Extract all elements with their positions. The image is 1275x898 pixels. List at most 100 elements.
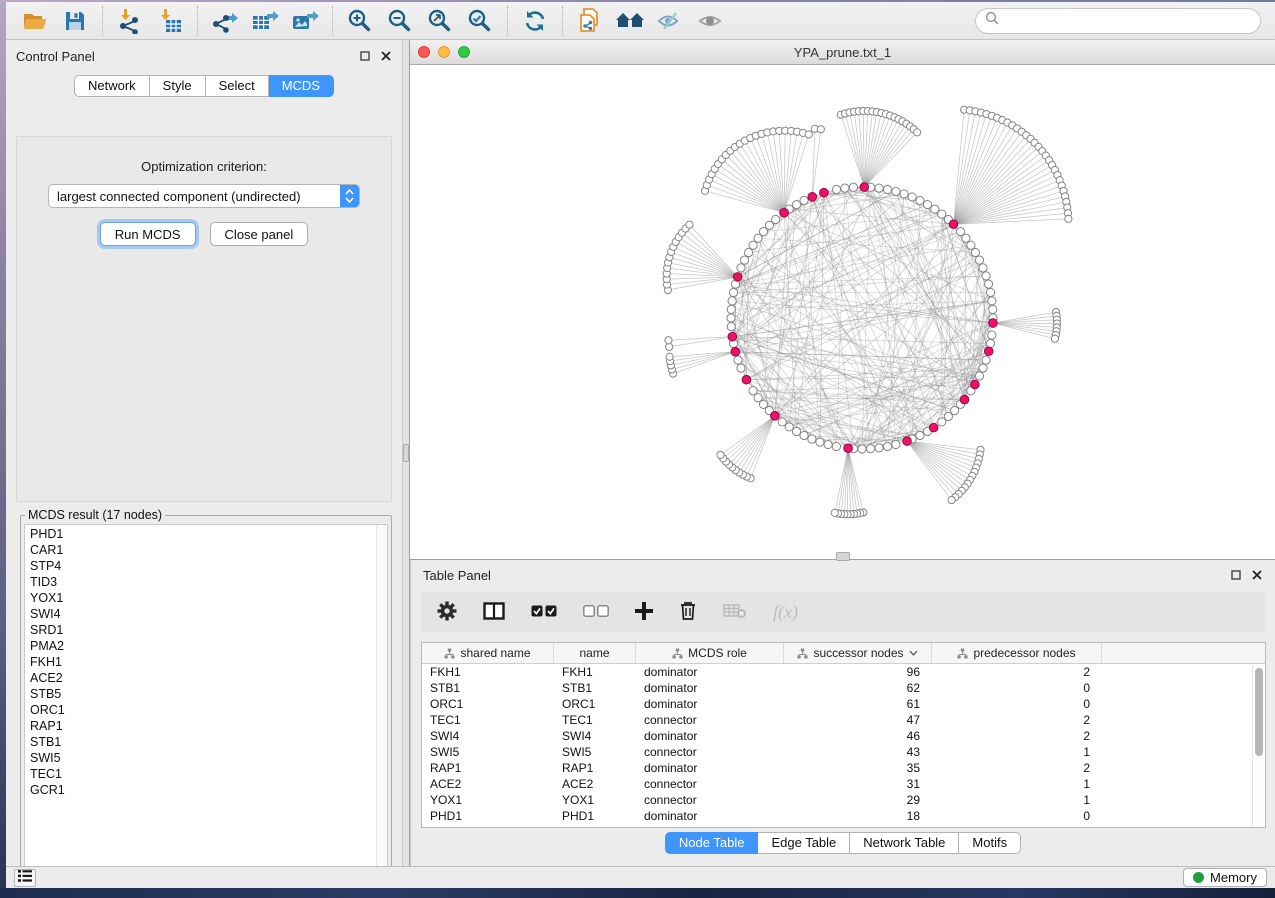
graph-mcds-node[interactable] xyxy=(989,319,998,328)
graph-node[interactable] xyxy=(916,431,924,439)
horizontal-splitter-knob[interactable] xyxy=(836,552,850,561)
splitter-knob[interactable] xyxy=(403,444,409,462)
graph-node[interactable] xyxy=(986,339,994,347)
table-settings-button[interactable] xyxy=(437,601,457,624)
graph-node[interactable] xyxy=(975,256,983,264)
graph-node[interactable] xyxy=(749,387,757,395)
zoom-in-button[interactable] xyxy=(343,5,377,37)
graph-node[interactable] xyxy=(916,196,924,204)
select-all-columns-button[interactable] xyxy=(531,605,557,620)
export-network-button[interactable] xyxy=(208,5,242,37)
graph-leaf-node[interactable] xyxy=(1065,215,1072,222)
mcds-result-item[interactable]: SWI4 xyxy=(30,606,376,622)
graph-node[interactable] xyxy=(734,356,742,364)
table-scrollbar[interactable] xyxy=(1252,665,1264,827)
run-mcds-button[interactable]: Run MCDS xyxy=(100,222,196,246)
table-row[interactable]: SWI5SWI5connector431 xyxy=(422,744,1265,760)
graph-node[interactable] xyxy=(792,200,800,208)
table-row[interactable]: RAP1RAP1dominator352 xyxy=(422,760,1265,776)
close-window-icon[interactable] xyxy=(418,46,430,58)
graph-node[interactable] xyxy=(938,418,946,426)
graph-node[interactable] xyxy=(931,205,939,213)
maximize-window-icon[interactable] xyxy=(458,46,470,58)
first-neighbors-button[interactable] xyxy=(613,5,647,37)
graph-node[interactable] xyxy=(841,184,849,192)
graph-mcds-node[interactable] xyxy=(780,208,789,217)
hide-selected-button[interactable] xyxy=(653,5,687,37)
table-row[interactable]: SWI4SWI4dominator462 xyxy=(422,728,1265,744)
graph-node[interactable] xyxy=(923,200,931,208)
graph-node[interactable] xyxy=(892,440,900,448)
graph-node[interactable] xyxy=(883,185,891,193)
graph-leaf-node[interactable] xyxy=(665,337,672,344)
graph-leaf-node[interactable] xyxy=(686,221,693,228)
graph-node[interactable] xyxy=(849,183,857,191)
mcds-result-item[interactable]: TEC1 xyxy=(30,766,376,782)
graph-node[interactable] xyxy=(900,190,908,198)
graph-node[interactable] xyxy=(982,272,990,280)
column-header-MCDS-role[interactable]: MCDS role xyxy=(636,643,784,663)
import-table-button[interactable] xyxy=(153,5,187,37)
graph-node[interactable] xyxy=(832,185,840,193)
mcds-result-item[interactable]: SWI5 xyxy=(30,750,376,766)
graph-leaf-node[interactable] xyxy=(666,353,673,360)
graph-node[interactable] xyxy=(728,297,736,305)
show-panels-button[interactable] xyxy=(14,869,36,887)
network-canvas[interactable] xyxy=(410,65,1275,559)
graph-leaf-node[interactable] xyxy=(717,451,724,458)
table-row[interactable]: PHD1PHD1dominator180 xyxy=(422,808,1265,824)
table-row[interactable]: TEC1TEC1connector472 xyxy=(422,712,1265,728)
mcds-result-item[interactable]: TID3 xyxy=(30,574,376,590)
graph-node[interactable] xyxy=(785,423,793,431)
graph-node[interactable] xyxy=(778,418,786,426)
graph-mcds-node[interactable] xyxy=(731,347,740,356)
column-header-shared-name[interactable]: shared name xyxy=(422,643,554,663)
close-table-panel-icon[interactable] xyxy=(1251,569,1263,581)
tab-style[interactable]: Style xyxy=(150,75,206,97)
graph-node[interactable] xyxy=(979,264,987,272)
graph-mcds-node[interactable] xyxy=(949,220,958,229)
toggle-column-view-button[interactable] xyxy=(483,602,505,623)
graph-node[interactable] xyxy=(988,297,996,305)
graph-node[interactable] xyxy=(988,331,996,339)
graph-mcds-node[interactable] xyxy=(808,192,817,201)
clone-network-button[interactable] xyxy=(573,5,607,37)
tab-network-table[interactable]: Network Table xyxy=(850,832,959,854)
graph-mcds-node[interactable] xyxy=(971,380,980,389)
delete-column-button[interactable] xyxy=(679,601,697,624)
column-header-successor-nodes[interactable]: successor nodes xyxy=(784,643,932,663)
column-header-name[interactable]: name xyxy=(554,643,636,663)
tab-motifs[interactable]: Motifs xyxy=(959,832,1021,854)
float-table-panel-icon[interactable] xyxy=(1230,569,1242,581)
graph-leaf-node[interactable] xyxy=(913,129,920,136)
export-table-button[interactable] xyxy=(248,5,282,37)
graph-node[interactable] xyxy=(875,184,883,192)
unselect-all-columns-button[interactable] xyxy=(583,605,609,620)
mcds-result-item[interactable]: PMA2 xyxy=(30,638,376,654)
mcds-result-item[interactable]: PHD1 xyxy=(30,526,376,542)
graph-leaf-node[interactable] xyxy=(1051,335,1058,342)
graph-node[interactable] xyxy=(967,241,975,249)
graph-mcds-node[interactable] xyxy=(733,273,742,282)
graph-node[interactable] xyxy=(982,356,990,364)
tab-mcds[interactable]: MCDS xyxy=(269,75,334,97)
tab-node-table[interactable]: Node Table xyxy=(665,832,759,854)
save-session-button[interactable] xyxy=(58,5,92,37)
graph-node[interactable] xyxy=(866,445,874,453)
mcds-list-scrollbar[interactable] xyxy=(376,525,387,881)
graph-node[interactable] xyxy=(971,248,979,256)
graph-node[interactable] xyxy=(800,431,808,439)
table-row[interactable]: YOX1YOX1connector291 xyxy=(422,792,1265,808)
zoom-out-button[interactable] xyxy=(383,5,417,37)
mcds-result-item[interactable]: FKH1 xyxy=(30,654,376,670)
graph-node[interactable] xyxy=(962,234,970,242)
mcds-result-item[interactable]: RAP1 xyxy=(30,718,376,734)
mcds-result-item[interactable]: ACE2 xyxy=(30,670,376,686)
table-scrollbar-thumb[interactable] xyxy=(1255,668,1263,756)
criterion-select[interactable]: largest connected component (undirected) xyxy=(48,184,360,208)
graph-node[interactable] xyxy=(875,444,883,452)
graph-mcds-node[interactable] xyxy=(844,444,853,453)
graph-node[interactable] xyxy=(729,288,737,296)
column-header-predecessor-nodes[interactable]: predecessor nodes xyxy=(932,643,1102,663)
close-panel-icon[interactable] xyxy=(380,50,392,62)
